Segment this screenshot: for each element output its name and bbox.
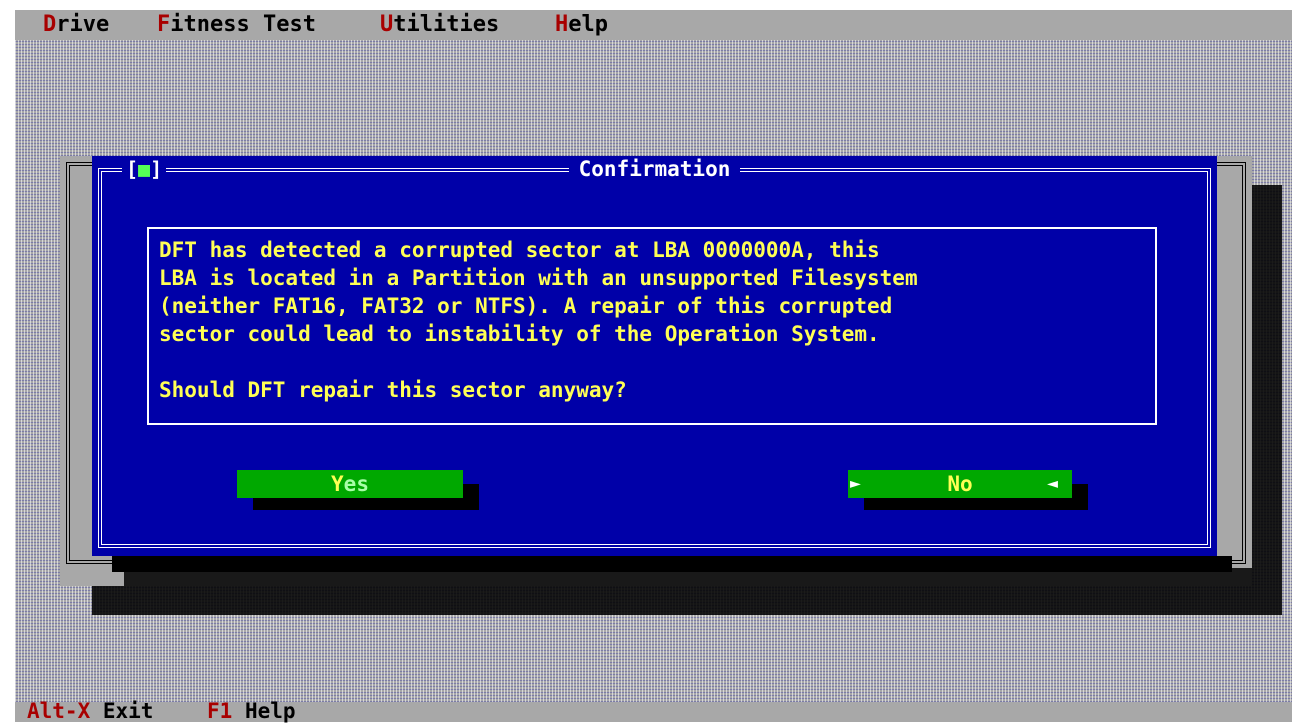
menu-bar: Drive Fitness Test Utilities Help <box>15 10 1292 40</box>
status-bar: Alt-X Exit F1 Help <box>15 700 1292 722</box>
yes-button[interactable]: Yes <box>237 470 463 498</box>
close-button[interactable]: [■] <box>122 157 167 181</box>
menu-help[interactable]: Help <box>555 10 608 40</box>
message-line: DFT has detected a corrupted sector at L… <box>159 238 880 262</box>
message-question: Should DFT repair this sector anyway? <box>159 378 627 402</box>
status-exit[interactable]: Alt-X Exit <box>27 700 153 722</box>
message-box: DFT has detected a corrupted sector at L… <box>147 227 1157 425</box>
dialog-shadow <box>112 556 1232 572</box>
message-line: sector could lead to instability of the … <box>159 322 880 346</box>
close-icon: ■ <box>138 157 151 181</box>
focus-arrow-left-icon: ◄ <box>1047 473 1058 494</box>
menu-utilities[interactable]: Utilities <box>380 10 499 40</box>
menu-drive[interactable]: Drive <box>43 10 109 40</box>
dialog-title: Confirmation <box>92 156 1217 182</box>
message-line: (neither FAT16, FAT32 or NTFS). A repair… <box>159 294 893 318</box>
message-line: LBA is located in a Partition with an un… <box>159 266 918 290</box>
focus-arrow-right-icon: ► <box>850 473 861 494</box>
status-help[interactable]: F1 Help <box>207 700 296 722</box>
menu-fitness-test[interactable]: Fitness Test <box>157 10 316 40</box>
no-button[interactable]: ► No ◄ <box>848 470 1072 498</box>
